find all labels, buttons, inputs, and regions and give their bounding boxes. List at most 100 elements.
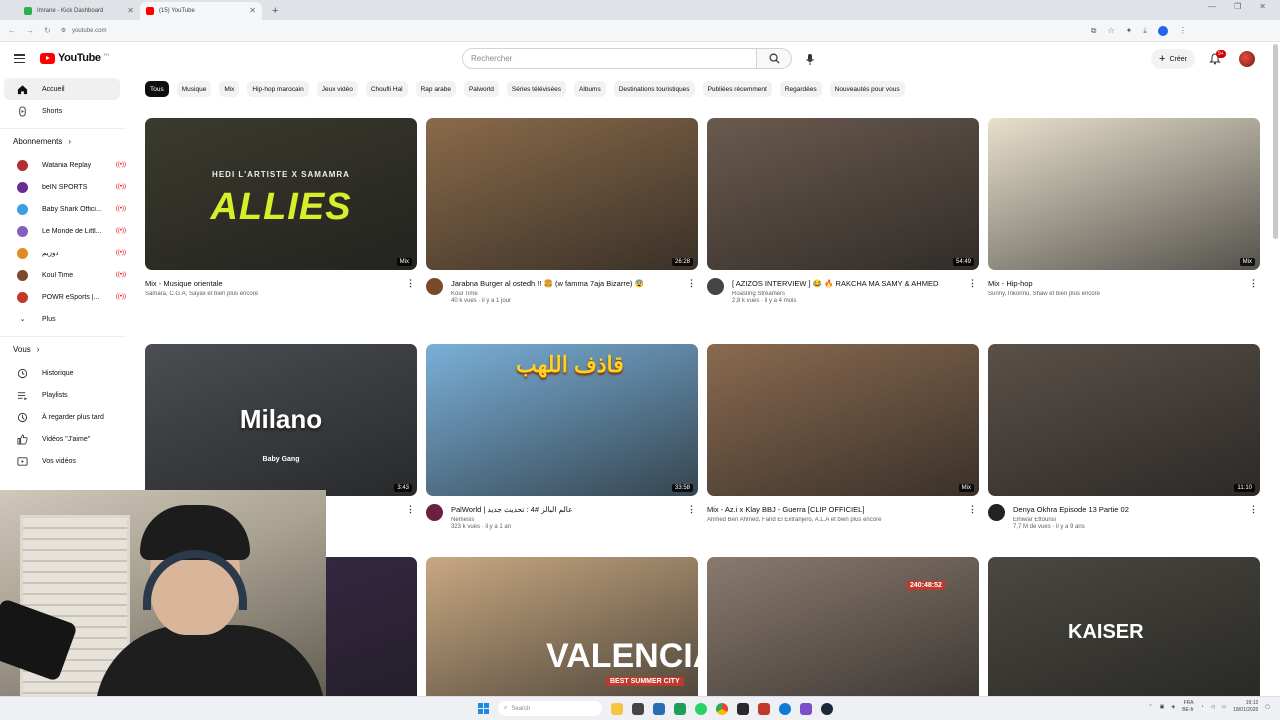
video-thumbnail[interactable]: VALENCIA BEST SUMMER CITY bbox=[426, 557, 698, 709]
browser-tab-kick[interactable]: Imrane - Kick Dashboard ✕ bbox=[18, 2, 140, 20]
browser-menu-icon[interactable]: ⋮ bbox=[1179, 26, 1187, 35]
filter-chip[interactable]: Musique bbox=[176, 81, 212, 97]
filter-chip[interactable]: Publiées récemment bbox=[702, 81, 772, 97]
account-avatar[interactable] bbox=[1239, 51, 1255, 67]
app-icon-4[interactable] bbox=[758, 702, 770, 715]
app-icon-2[interactable] bbox=[674, 702, 686, 715]
video-title[interactable]: Denya Okhra Episode 13 Partie 02 bbox=[1013, 504, 1253, 515]
channel-name[interactable]: Samara, C.G.A, Sayax et bien plus encore bbox=[145, 291, 385, 297]
browser-tab-youtube[interactable]: (15) YouTube ✕ bbox=[140, 2, 262, 20]
channel-name[interactable]: Elhiwar Ettounsi bbox=[1013, 517, 1253, 523]
channel-avatar[interactable] bbox=[426, 278, 443, 295]
channel-avatar[interactable] bbox=[707, 278, 724, 295]
more-options-icon[interactable]: ⋮ bbox=[1249, 504, 1258, 515]
url-box[interactable]: ⚙ youtube.com bbox=[61, 23, 1081, 39]
sidebar-subscription[interactable]: Watania Replay ((•)) bbox=[4, 154, 126, 176]
forward-icon[interactable]: → bbox=[26, 26, 34, 35]
close-tab-icon[interactable]: ✕ bbox=[127, 6, 134, 15]
sidebar-item-your-videos[interactable]: Vos vidéos bbox=[4, 450, 120, 472]
sidebar-subscription[interactable]: POWR eSports |... ((•)) bbox=[4, 286, 126, 308]
tray-chevron-icon[interactable]: ⌃ bbox=[1148, 704, 1152, 710]
sidebar-item-playlists[interactable]: Playlists bbox=[4, 384, 120, 406]
voice-search-button[interactable] bbox=[803, 52, 817, 66]
tray-icon[interactable]: ▣ bbox=[1160, 704, 1165, 710]
video-card[interactable]: Mix Mix - Az.i x Klay BBJ - Guerra [CLIP … bbox=[707, 344, 979, 523]
wifi-icon[interactable]: ◔ bbox=[1201, 704, 1204, 710]
notification-center-icon[interactable]: ▢ bbox=[1265, 704, 1270, 710]
search-button[interactable] bbox=[756, 48, 792, 69]
video-thumbnail[interactable]: Mix bbox=[988, 118, 1260, 270]
channel-name[interactable]: Ahmed Ben Ahmed, Farid El Extranjero, A.… bbox=[707, 517, 947, 523]
filter-chip[interactable]: Palworld bbox=[463, 81, 499, 97]
video-title[interactable]: Mix - Az.i x Klay BBJ - Guerra [CLIP OFF… bbox=[707, 504, 947, 515]
more-options-icon[interactable]: ⋮ bbox=[968, 278, 977, 289]
video-card[interactable]: KAISER bbox=[988, 557, 1260, 717]
clock[interactable]: 19:12 18/01/2026 bbox=[1233, 700, 1258, 714]
file-explorer-icon[interactable] bbox=[611, 702, 623, 715]
video-thumbnail[interactable]: KAISER bbox=[988, 557, 1260, 709]
video-thumbnail[interactable]: 54:49 bbox=[707, 118, 979, 270]
more-options-icon[interactable]: ⋮ bbox=[406, 504, 415, 515]
close-tab-icon[interactable]: ✕ bbox=[249, 6, 256, 15]
channel-name[interactable]: Roasting Streamers bbox=[732, 291, 972, 297]
video-card[interactable]: 26:28 Jarabna Burger al ostedh !! 🍔 (w fa… bbox=[426, 118, 698, 304]
sidebar-item-home[interactable]: Accueil bbox=[4, 78, 120, 100]
channel-name[interactable]: Koul Time bbox=[451, 291, 691, 297]
channel-avatar[interactable] bbox=[988, 504, 1005, 521]
more-options-icon[interactable]: ⋮ bbox=[687, 504, 696, 515]
task-view-icon[interactable] bbox=[632, 702, 644, 715]
bookmark-star-icon[interactable]: ☆ bbox=[1107, 26, 1114, 35]
close-window-icon[interactable]: ✕ bbox=[1259, 2, 1266, 11]
site-info-icon[interactable]: ⚙ bbox=[61, 27, 66, 34]
downloads-icon[interactable]: ⤓ bbox=[1143, 26, 1147, 36]
sidebar-item-watch-later[interactable]: À regarder plus tard bbox=[4, 406, 120, 428]
maximize-icon[interactable]: ❐ bbox=[1234, 2, 1241, 11]
chrome-icon[interactable] bbox=[716, 702, 728, 715]
windows-start-icon[interactable] bbox=[478, 703, 489, 714]
sidebar-subscription[interactable]: Baby Shark Offici... ((•)) bbox=[4, 198, 126, 220]
sidebar-subscription[interactable]: beIN SPORTS ((•)) bbox=[4, 176, 126, 198]
video-thumbnail[interactable]: قاذف اللهب 33:58 bbox=[426, 344, 698, 496]
sidebar-subscription[interactable]: دوزيم ((•)) bbox=[4, 242, 126, 264]
edge-icon[interactable] bbox=[779, 702, 791, 715]
video-thumbnail[interactable]: Mix bbox=[707, 344, 979, 496]
more-options-icon[interactable]: ⋮ bbox=[968, 504, 977, 515]
channel-name[interactable]: Nemesis bbox=[451, 517, 691, 523]
more-options-icon[interactable]: ⋮ bbox=[406, 278, 415, 289]
battery-icon[interactable]: ▭ bbox=[1222, 704, 1227, 710]
minimize-icon[interactable]: — bbox=[1208, 2, 1216, 11]
browser-profile-icon[interactable] bbox=[1157, 25, 1168, 36]
filter-chip[interactable]: Choufli Hal bbox=[365, 81, 408, 97]
volume-icon[interactable]: ◁ bbox=[1211, 704, 1215, 710]
filter-chip[interactable]: Nouveautés pour vous bbox=[829, 81, 905, 97]
video-thumbnail[interactable]: 26:28 bbox=[426, 118, 698, 270]
video-card[interactable]: ALLIES HEDI L'ARTISTE X SAMAMRA Mix Mix - M… bbox=[145, 118, 417, 297]
menu-icon[interactable] bbox=[14, 54, 25, 63]
video-card[interactable]: 11:10 Denya Okhra Episode 13 Partie 02 Elh… bbox=[988, 344, 1260, 530]
more-options-icon[interactable]: ⋮ bbox=[1249, 278, 1258, 289]
new-tab-icon[interactable]: + bbox=[272, 5, 278, 17]
sidebar-subscription[interactable]: Koul Time ((•)) bbox=[4, 264, 126, 286]
video-title[interactable]: [ AZIZOS INTERVIEW ] 😂 🔥 RAKCHA MA SAMY … bbox=[732, 278, 972, 289]
page-scrollbar[interactable] bbox=[1273, 44, 1278, 239]
app-icon-1[interactable] bbox=[653, 702, 665, 715]
sidebar-item-more[interactable]: ⌄ Plus bbox=[4, 308, 126, 330]
video-card[interactable]: Mix Mix - Hip-hop Sunny, Inkonnu, Shaw et … bbox=[988, 118, 1260, 297]
subscriptions-header[interactable]: Abonnements › bbox=[0, 128, 126, 154]
filter-chip[interactable]: Albums bbox=[574, 81, 606, 97]
youtube-logo[interactable]: YouTube FR bbox=[40, 52, 109, 64]
sidebar-item-shorts[interactable]: Shorts bbox=[4, 100, 120, 122]
filter-chip[interactable]: Hip-hop marocain bbox=[247, 81, 309, 97]
filter-chip[interactable]: Séries télévisées bbox=[506, 81, 567, 97]
extensions-icon[interactable]: ✦ bbox=[1126, 26, 1133, 35]
video-card[interactable]: 54:49 [ AZIZOS INTERVIEW ] 😂 🔥 RAKCHA MA … bbox=[707, 118, 979, 304]
tray-icon[interactable]: ◈ bbox=[1171, 704, 1175, 710]
app-icon-5[interactable] bbox=[800, 702, 812, 715]
install-icon[interactable]: ⧉ bbox=[1091, 26, 1097, 36]
video-thumbnail[interactable]: 240:48:52 bbox=[707, 557, 979, 709]
filter-chip[interactable]: Mix bbox=[219, 81, 240, 97]
video-thumbnail[interactable]: 11:10 bbox=[988, 344, 1260, 496]
app-icon-3[interactable] bbox=[737, 702, 749, 715]
sidebar-item-like[interactable]: Vidéos "J'aime" bbox=[4, 428, 120, 450]
taskbar-search[interactable]: ⌕ Search bbox=[498, 701, 602, 716]
